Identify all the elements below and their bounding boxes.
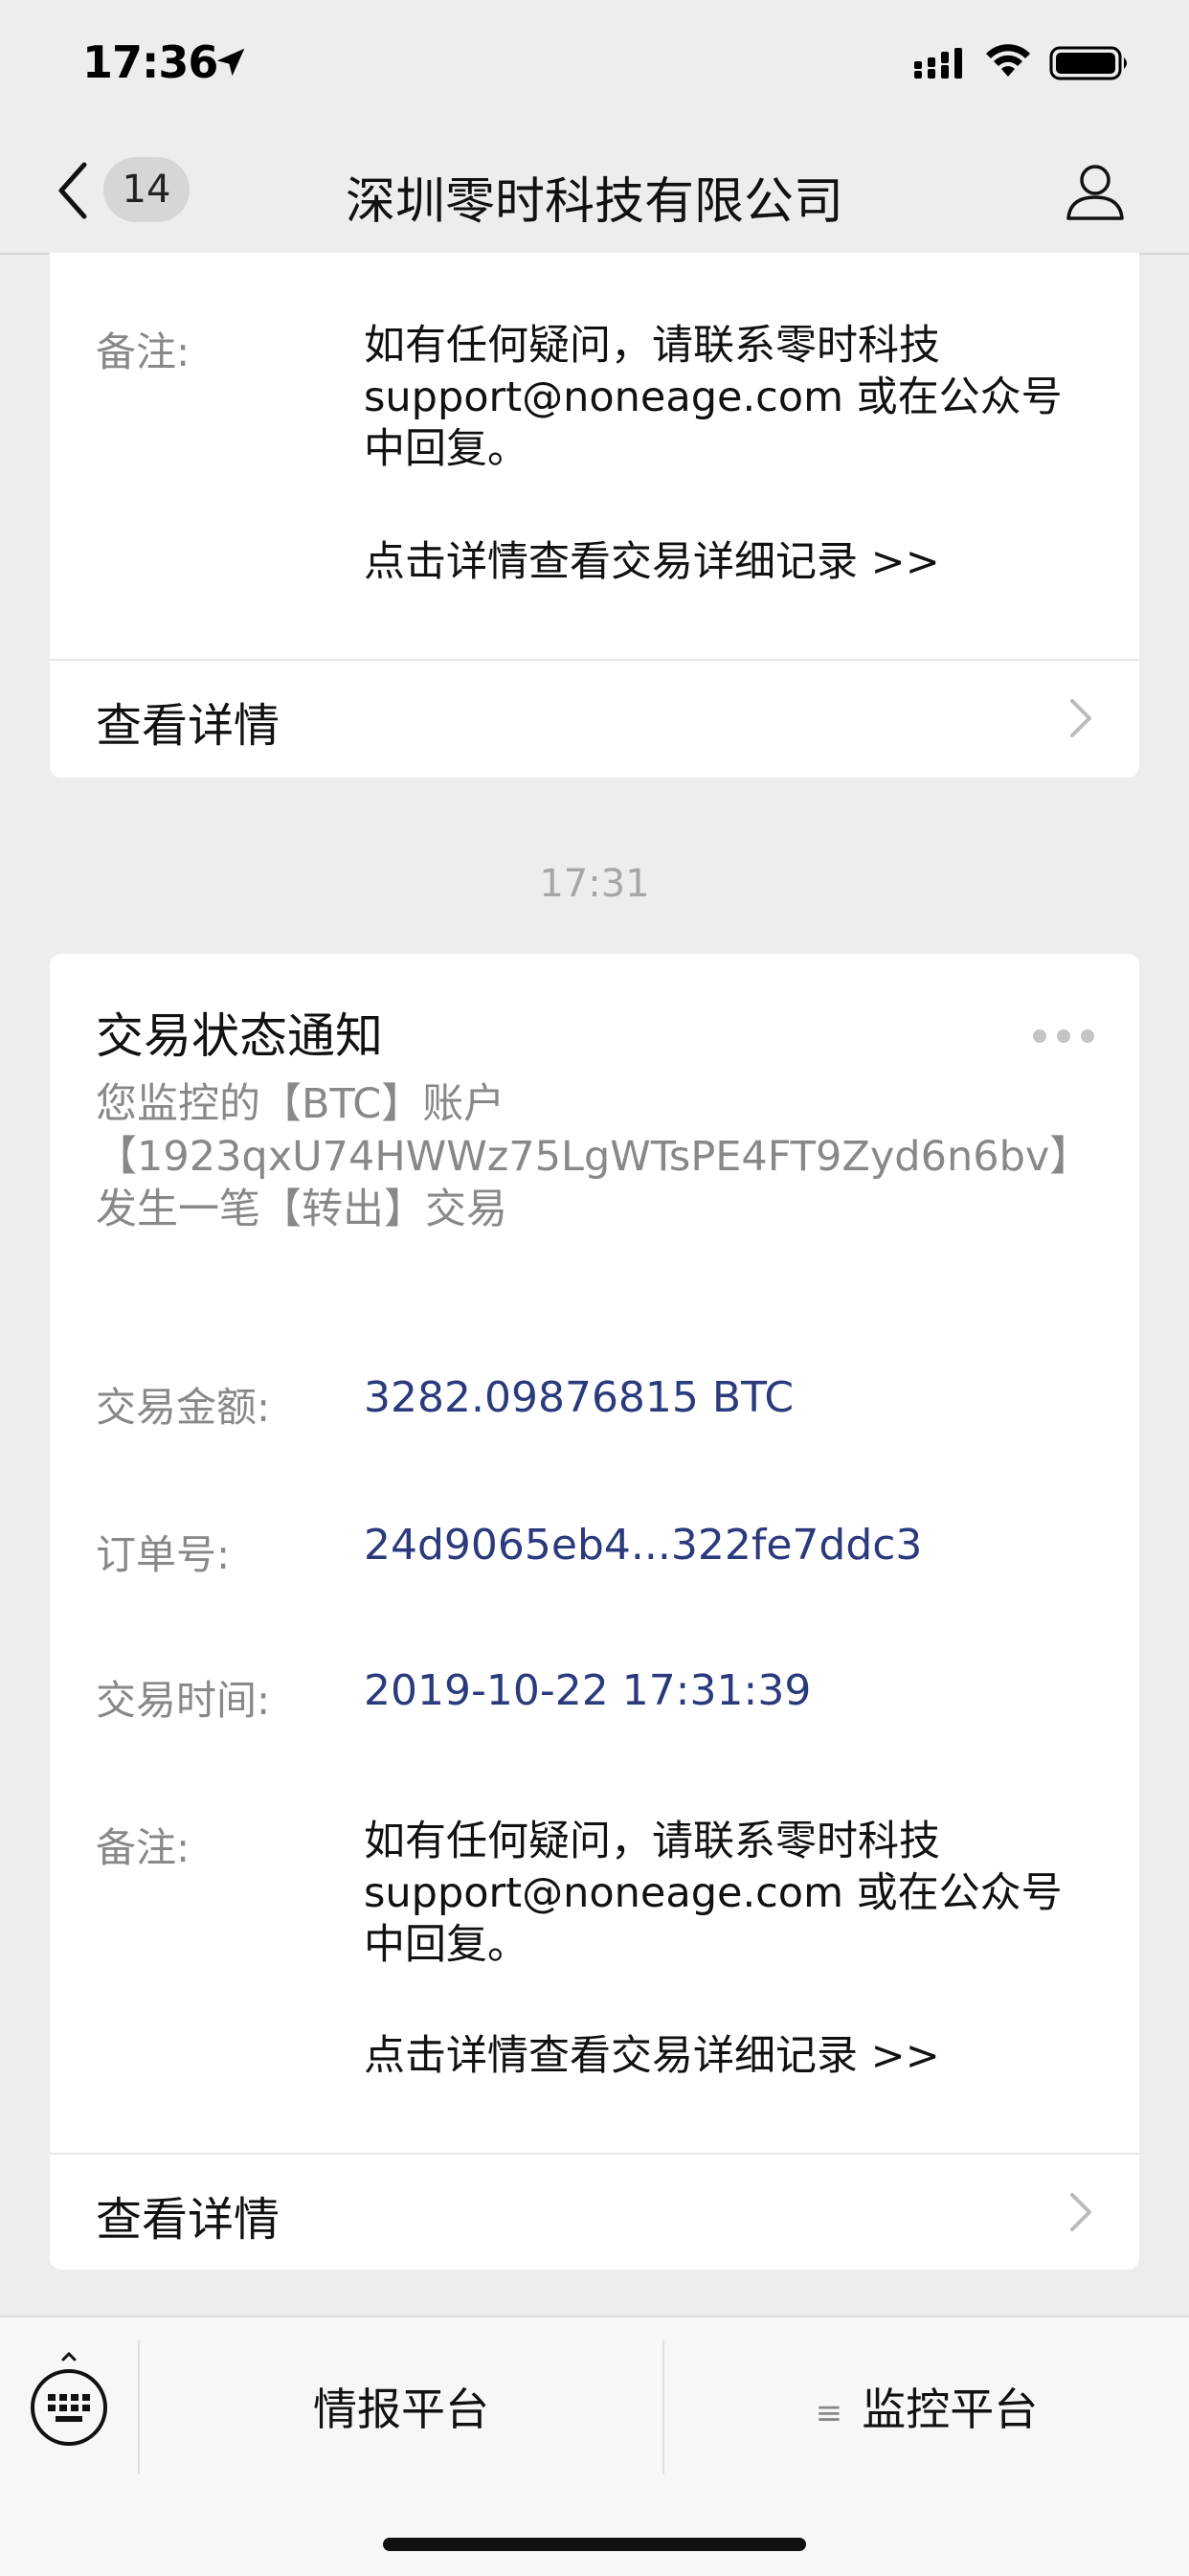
- menu-item-intel-platform[interactable]: 情报平台: [140, 2375, 662, 2438]
- detail-record-link[interactable]: 点击详情查看交易详细记录 >>: [364, 529, 940, 588]
- nav-bar: 14 深圳零时科技有限公司: [0, 126, 1189, 255]
- view-details-label: 查看详情: [96, 2193, 280, 2247]
- message-timestamp: 17:31: [539, 862, 650, 906]
- home-indicator[interactable]: [383, 2538, 806, 2551]
- remark-text: 如有任何疑问，请联系零时科技 support@noneage.com 或在公众号…: [364, 1818, 1063, 1969]
- card-description: 您监控的【BTC】账户 【1923qxU74HWWz75LgWTsPE4FT9Z…: [96, 1080, 1091, 1233]
- amount-label: 交易金额:: [96, 1384, 271, 1431]
- amount-value: 3282.09876815 BTC: [364, 1373, 795, 1422]
- view-details-row[interactable]: 查看详情: [50, 661, 1139, 776]
- remark-label: 备注:: [96, 328, 191, 375]
- battery-icon: [1049, 46, 1127, 80]
- message-card-previous: 备注: 如有任何疑问，请联系零时科技 support@noneage.com 或…: [50, 253, 1139, 778]
- status-bar: 17:36: [0, 0, 1189, 126]
- wifi-icon: [986, 44, 1030, 77]
- card-title: 交易状态通知: [96, 1008, 383, 1064]
- order-label: 订单号:: [96, 1531, 231, 1578]
- time-value: 2019-10-22 17:31:39: [364, 1666, 812, 1715]
- page-title: 深圳零时科技有限公司: [345, 173, 843, 231]
- time-label: 交易时间:: [96, 1677, 271, 1724]
- detail-record-link[interactable]: 点击详情查看交易详细记录 >>: [364, 2022, 940, 2082]
- view-details-label: 查看详情: [96, 699, 280, 753]
- user-profile-icon[interactable]: [1065, 161, 1126, 222]
- keyboard-toggle-icon[interactable]: [29, 2352, 109, 2448]
- view-details-row[interactable]: 查看详情: [50, 2155, 1139, 2270]
- menu-item-label: 监控平台: [862, 2384, 1039, 2435]
- more-options-icon[interactable]: [1032, 1027, 1095, 1046]
- message-card-transaction[interactable]: 交易状态通知 您监控的【BTC】账户 【1923qxU74HWWz75LgWTs…: [50, 954, 1139, 2270]
- location-arrow-icon: [216, 48, 245, 77]
- cellular-signal-icon: [914, 48, 962, 79]
- submenu-icon: ≡: [815, 2393, 843, 2432]
- chevron-right-icon: [1070, 2193, 1091, 2231]
- order-value: 24d9065eb4...322fe7ddc3: [364, 1521, 923, 1570]
- remark-text: 如有任何疑问，请联系零时科技 support@noneage.com 或在公众号…: [364, 322, 1063, 473]
- chevron-right-icon: [1070, 699, 1091, 737]
- remark-label: 备注:: [96, 1824, 191, 1871]
- status-time: 17:36: [82, 36, 218, 88]
- menu-item-monitor-platform[interactable]: ≡ 监控平台: [664, 2375, 1189, 2438]
